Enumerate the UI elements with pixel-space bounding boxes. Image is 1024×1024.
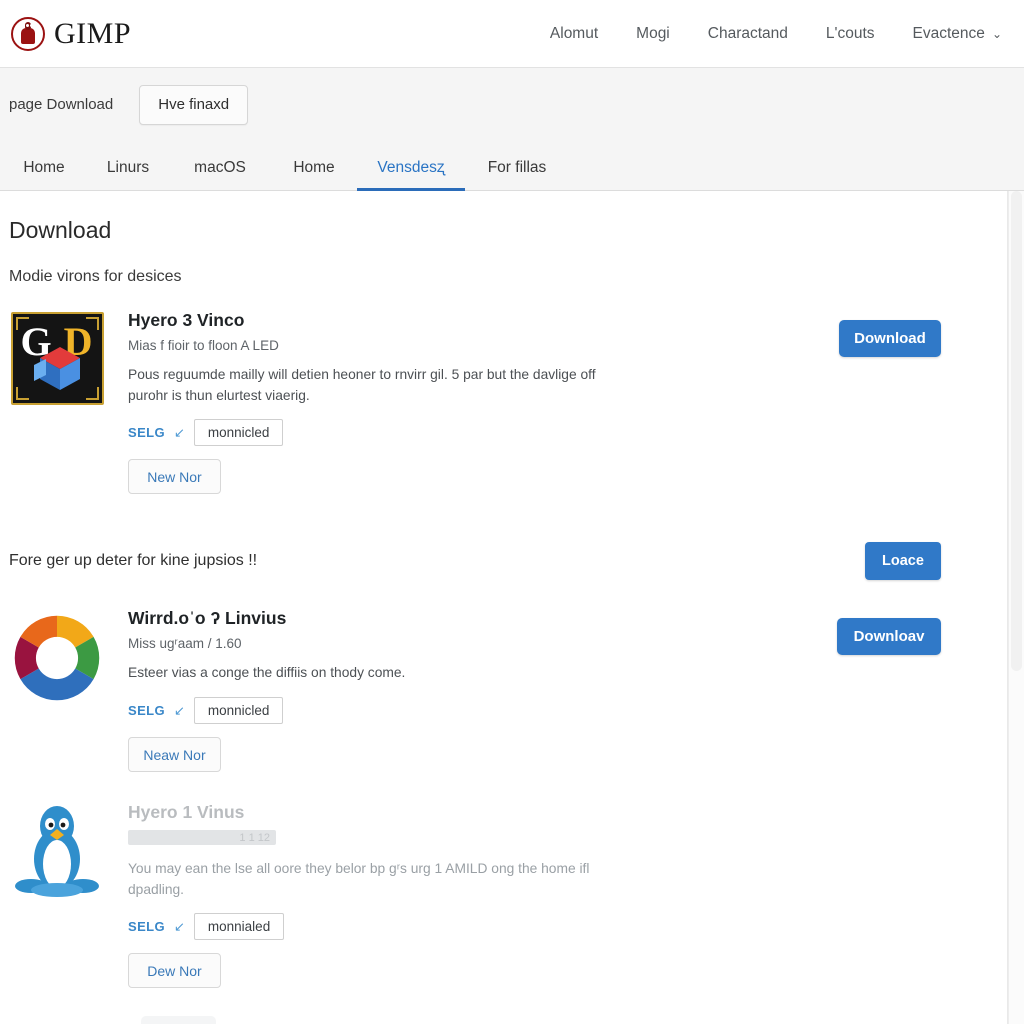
nav-item-2[interactable]: Charactand <box>708 25 788 43</box>
nav-item-1[interactable]: Mogi <box>636 25 670 43</box>
tab-macos-label: macOS <box>194 159 246 176</box>
nav-item-0[interactable]: Alomut <box>550 25 598 43</box>
tab-versions-label: Vensdesʐ <box>377 159 445 176</box>
nav-item-4[interactable]: Evactence ⌄ <box>913 25 1002 43</box>
nav-item-2-label: Charactand <box>707 24 788 42</box>
brand-name: GIMP <box>54 16 132 50</box>
main-content: Download Modie virons for desices G D Hy… <box>0 191 1008 1024</box>
download-item-2-select-link[interactable]: SELG <box>128 919 165 934</box>
download-item-1-description: Esteer vias a conge the diffiis on thody… <box>128 665 406 681</box>
page-subtitle: Modie virons for desices <box>9 268 182 285</box>
download-item-2: Hyero 1 Vinus 1 1 12 You may ean the lse… <box>0 800 1007 989</box>
version-pill-button[interactable]: Hve finaxd <box>139 84 249 125</box>
tab-home-1-label: Home <box>23 159 65 176</box>
gimp-dark-gd-package-icon: G D <box>10 312 104 405</box>
color-wheel-ring-icon <box>14 616 100 701</box>
download-item-1: Wirrd.oˈo ʔ Linvius Miss ugʳaam / 1.60 E… <box>0 606 1007 773</box>
vertical-scrollbar[interactable] <box>1008 191 1024 1024</box>
promo-banner-text: Fore ger up deter for kine jupsios !! <box>9 552 258 570</box>
download-item-0-cta-button[interactable]: Download <box>839 320 941 357</box>
gimp-wilber-logo-icon <box>8 14 48 54</box>
tab-for-fillas-label: For fillas <box>487 159 547 176</box>
download-arrow-icon: ↙ <box>174 918 185 934</box>
faint-action-button[interactable]: ASSS <box>141 1016 216 1024</box>
nav-item-3-label: L'couts <box>825 24 875 42</box>
nav-item-3[interactable]: L'couts <box>826 25 875 43</box>
download-item-2-icon-wrap <box>9 800 105 988</box>
download-item-1-select-link[interactable]: SELG <box>128 703 165 718</box>
tab-for-fillas[interactable]: For fillas <box>473 159 561 190</box>
brand-logo[interactable]: GIMP <box>8 14 131 54</box>
download-item-0-description: Pous reguumde mailly will detien heoner … <box>128 367 596 403</box>
download-item-0: G D Hyero 3 Vinco Mias f fioir to floon … <box>0 308 1007 495</box>
nav-item-0-label: Alomut <box>549 24 599 42</box>
breadcrumb: page Download <box>9 96 114 113</box>
download-item-0-select-value[interactable]: monnicled <box>193 419 284 447</box>
download-item-2-secondary-button[interactable]: Dew Nor <box>128 953 221 989</box>
download-arrow-icon: ↙ <box>174 424 185 440</box>
download-item-1-icon-wrap <box>9 606 105 772</box>
download-item-0-secondary-button[interactable]: New Nor <box>128 459 221 495</box>
download-item-1-select-row: SELG ↙ monnicled <box>128 697 1007 725</box>
download-item-1-secondary-button[interactable]: Neaw Nor <box>128 737 221 773</box>
tab-home-2-label: Home <box>293 159 335 176</box>
download-item-2-description: You may ean the lse all oore they belor … <box>128 861 590 897</box>
promo-banner-cta-button[interactable]: Loace <box>865 542 941 581</box>
sub-header: page Download Hve finaxd <box>0 68 1024 141</box>
tab-macos[interactable]: macOS <box>181 159 259 190</box>
tab-home-2[interactable]: Home <box>277 159 351 190</box>
nav-item-1-label: Mogi <box>636 24 670 42</box>
download-item-2-select-value[interactable]: monnialed <box>193 913 285 941</box>
page-root: GIMP Alomut Mogi Charactand L'couts Evac… <box>0 0 1024 1024</box>
tux-penguin-icon <box>15 806 99 898</box>
tab-linux[interactable]: Linurs <box>93 159 163 190</box>
site-header: GIMP Alomut Mogi Charactand L'couts Evac… <box>0 0 1024 68</box>
download-item-1-cta-button[interactable]: Downloav <box>837 618 941 656</box>
download-item-2-title: Hyero 1 Vinus <box>128 802 245 823</box>
download-item-2-select-row: SELG ↙ monnialed <box>128 913 1007 941</box>
nav-item-4-label: Evactence <box>912 24 985 42</box>
download-item-0-select-row: SELG ↙ monnicled <box>128 419 1007 447</box>
download-item-1-select-value[interactable]: monnicled <box>193 697 284 725</box>
download-arrow-icon: ↙ <box>174 702 185 718</box>
tab-home-1[interactable]: Home <box>9 159 79 190</box>
platform-tabbar: Home Linurs macOS Home Vensdesʐ For fill… <box>0 141 1024 191</box>
tab-versions[interactable]: Vensdesʐ <box>357 159 465 191</box>
download-item-2-body: Hyero 1 Vinus 1 1 12 You may ean the lse… <box>105 800 1007 989</box>
tab-linux-label: Linurs <box>106 159 150 176</box>
promo-banner: Fore ger up deter for kine jupsios !! Lo… <box>0 534 1007 588</box>
download-item-0-select-link[interactable]: SELG <box>128 425 165 440</box>
download-item-0-icon-wrap: G D <box>9 308 105 494</box>
primary-nav: Alomut Mogi Charactand L'couts Evactence… <box>550 25 1024 43</box>
download-item-2-meta: 1 1 12 <box>128 830 276 846</box>
vertical-scrollbar-thumb[interactable] <box>1011 191 1022 671</box>
chevron-down-icon: ⌄ <box>991 26 1002 41</box>
page-title: Download <box>9 217 112 243</box>
